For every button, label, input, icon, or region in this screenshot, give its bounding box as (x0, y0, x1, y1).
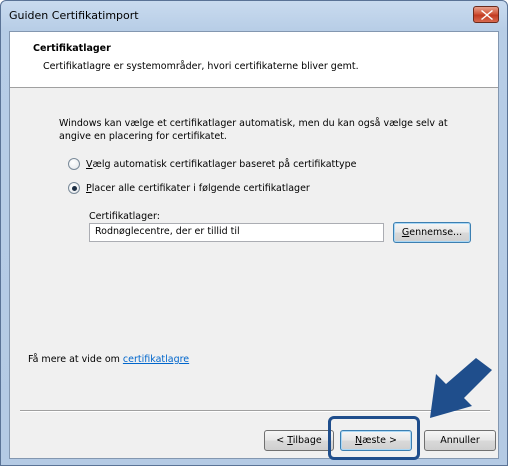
intro-line-2: angive en placering for certifikatet. (59, 131, 227, 142)
close-icon (481, 10, 493, 20)
more-info-text: Få mere at vide om (28, 354, 123, 365)
radio-place-label: Placer alle certifikater i følgende cert… (86, 182, 310, 194)
intro-text: Windows kan vælge et certifikatlager aut… (59, 117, 479, 143)
radio-auto-label: Vælg automatisk certifikatlager baseret … (86, 158, 357, 170)
radio-auto-select[interactable]: Vælg automatisk certifikatlager baseret … (68, 158, 357, 170)
radio-button-auto[interactable] (68, 158, 80, 170)
title-bar: Guiden Certifikatimport (1, 1, 507, 31)
section-title: Certifikatlager (33, 43, 111, 54)
close-button[interactable] (473, 6, 499, 23)
radio-button-place[interactable] (68, 182, 80, 194)
arrow-pointer-icon (430, 358, 492, 418)
browse-button[interactable]: Gennemse... (393, 222, 471, 243)
header-pane: Certifikatlager Certifikatlagre er syste… (10, 32, 498, 88)
section-description: Certifikatlagre er systemområder, hvori … (43, 61, 359, 72)
certificate-stores-link[interactable]: certifikatlagre (123, 354, 189, 365)
more-info: Få mere at vide om certifikatlagre (28, 354, 189, 365)
wizard-window: Guiden Certifikatimport Certifikatlager … (0, 0, 508, 466)
intro-line-1: Windows kan vælge et certifikatlager aut… (59, 118, 448, 129)
window-title: Guiden Certifikatimport (9, 9, 139, 22)
certificate-store-label: Certifikatlager: (89, 211, 160, 222)
wizard-content: Certifikatlager Certifikatlagre er syste… (9, 31, 499, 460)
certificate-store-field[interactable]: Rodnøglecentre, der er tillid til (89, 223, 384, 242)
back-button[interactable]: < Tilbage (264, 430, 334, 451)
radio-place-all[interactable]: Placer alle certifikater i følgende cert… (68, 182, 310, 194)
